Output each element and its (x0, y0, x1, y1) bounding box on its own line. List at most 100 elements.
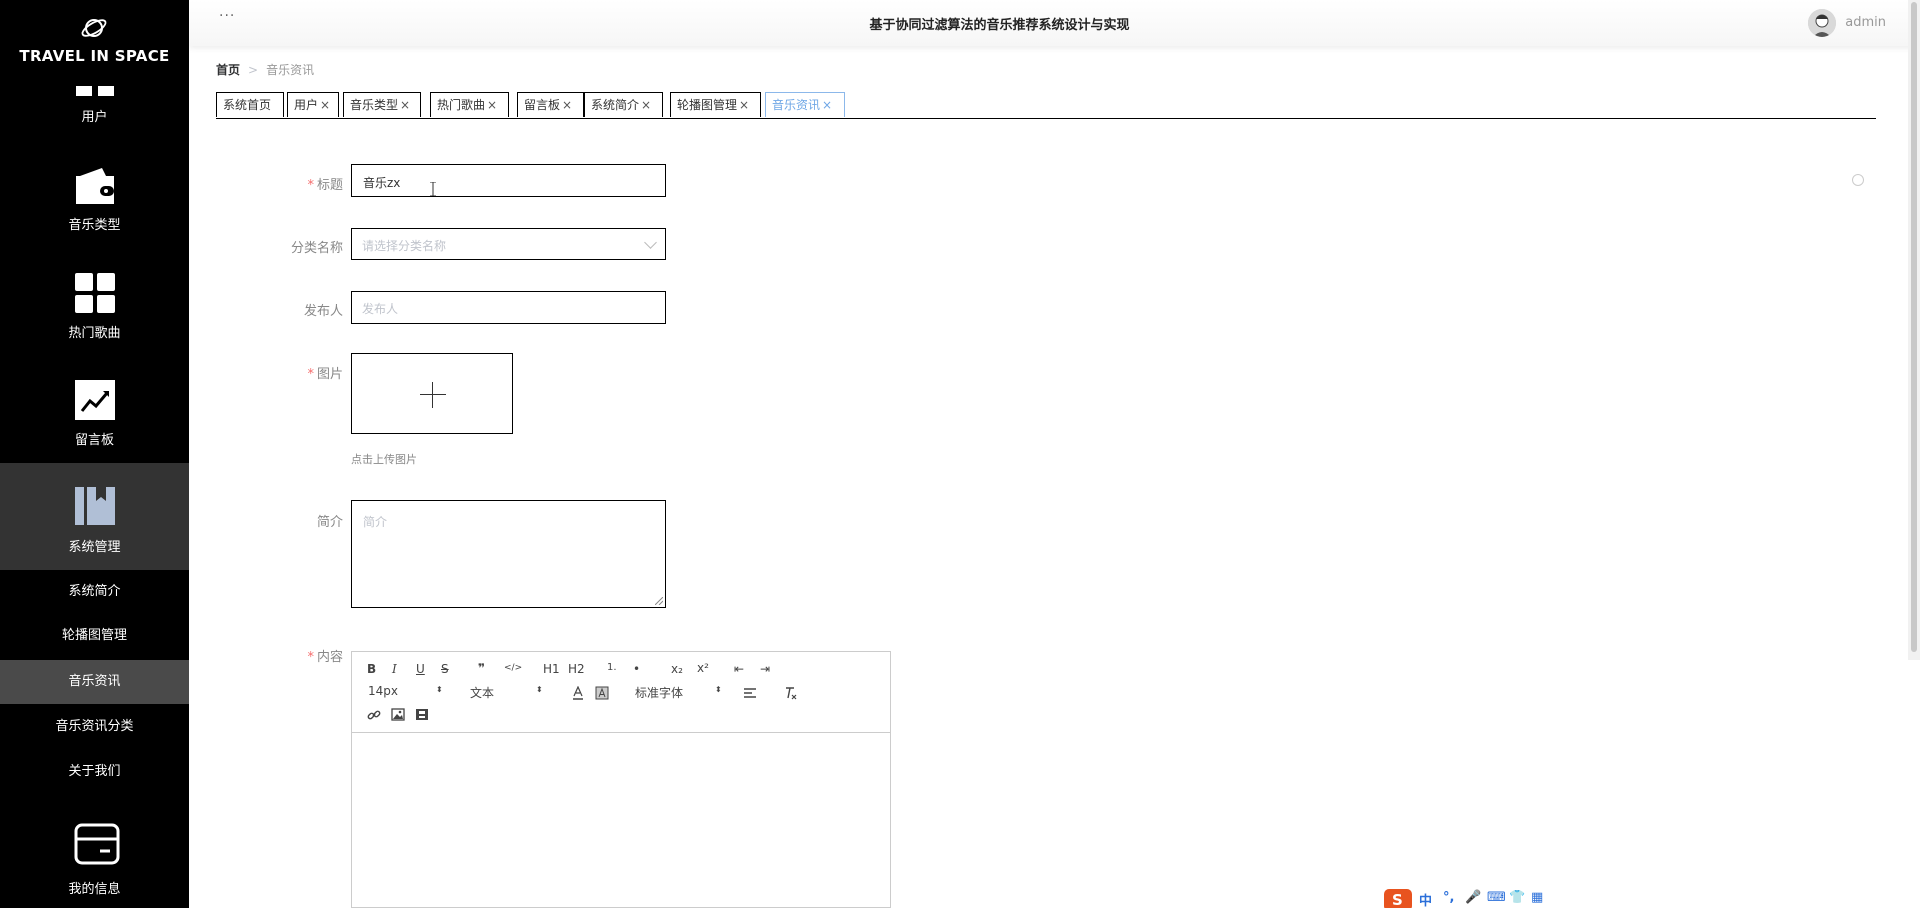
keyboard-icon[interactable]: ⌨ (1487, 890, 1506, 905)
tab-system-intro[interactable]: 系统简介 × (584, 92, 663, 117)
subscript-button[interactable]: x₂ (671, 662, 683, 676)
close-icon[interactable]: × (320, 98, 330, 112)
close-icon[interactable]: × (822, 98, 832, 112)
font-color-icon[interactable] (571, 686, 585, 700)
close-circle-icon[interactable] (1852, 174, 1864, 186)
tab-carousel-management[interactable]: 轮播图管理 × (670, 92, 761, 117)
publisher-label: 发布人 (243, 300, 343, 319)
video-icon[interactable] (415, 708, 429, 721)
sidebar-item-my-info[interactable]: 我的信息 (0, 820, 189, 900)
category-select[interactable]: 请选择分类名称 (351, 228, 666, 260)
logo: TRAVEL IN SPACE (0, 0, 189, 80)
blockquote-button[interactable]: ❞ (478, 661, 485, 675)
font-size-select[interactable]: 14px ⬍ (368, 684, 443, 700)
tab-hot-songs[interactable]: 热门歌曲 × (430, 92, 509, 117)
sidebar-item-users[interactable]: 用户 (0, 80, 189, 130)
close-icon[interactable]: × (562, 98, 572, 112)
close-icon[interactable]: × (487, 98, 497, 112)
ordered-list-button[interactable]: 1. (607, 662, 617, 673)
submenu-music-news-category[interactable]: 音乐资讯分类 (0, 705, 189, 749)
plus-icon-vertical (432, 382, 433, 408)
background-color-icon[interactable] (595, 686, 609, 700)
close-icon[interactable]: × (641, 98, 651, 112)
sidebar-item-message-board[interactable]: 留言板 (0, 375, 189, 455)
ime-toolbar: S 中 °, 🎤 ⌨ 👕 ▦ (1383, 888, 1563, 909)
sidebar-item-label: 用户 (81, 110, 108, 125)
avatar[interactable] (1808, 9, 1836, 37)
select-arrows-icon: ⬍ (715, 685, 722, 694)
skin-icon[interactable]: 👕 (1509, 890, 1525, 905)
underline-button[interactable]: U (416, 662, 425, 676)
app-title: 基于协同过滤算法的音乐推荐系统设计与实现 (869, 18, 1130, 33)
title-input-value: 音乐zx (363, 176, 401, 190)
microphone-icon[interactable]: 🎤 (1465, 890, 1481, 905)
category-label-text: 分类名称 (290, 241, 343, 256)
align-icon[interactable] (743, 687, 757, 699)
resize-handle-icon[interactable] (655, 597, 663, 605)
tab-users[interactable]: 用户 × (287, 92, 339, 117)
required-mark: * (307, 367, 314, 382)
svg-text:S: S (1392, 891, 1403, 908)
code-block-button[interactable]: </> (504, 663, 522, 673)
scrollbar-thumb[interactable] (1911, 2, 1917, 652)
rich-text-editor[interactable]: B I U S ❞ </> H1 H2 1. • x₂ x² ⇤ ⇥ 14px … (351, 651, 891, 908)
ime-chinese-icon[interactable]: 中 (1419, 890, 1432, 909)
sidebar: TRAVEL IN SPACE 用户 音乐类型 热门歌曲 留言板 系统管理 系统… (0, 0, 189, 908)
publisher-placeholder: 发布人 (362, 302, 399, 316)
upload-hint: 点击上传图片 (351, 453, 417, 466)
submenu-carousel-management[interactable]: 轮播图管理 (0, 614, 189, 658)
font-size-value: 14px (368, 684, 398, 698)
image-label: * 图片 (243, 363, 343, 382)
tab-label: 用户 (294, 98, 319, 112)
tab-bar: 系统首页 用户 × 音乐类型 × 热门歌曲 × 留言板 × 系统简介 × 轮播图管理 × 音… (216, 92, 1876, 119)
clear-format-icon[interactable] (783, 686, 797, 700)
sidebar-item-label: 我的信息 (68, 882, 121, 897)
logo-title: TRAVEL IN SPACE (19, 47, 170, 65)
block-type-value: 文本 (470, 686, 495, 700)
scrollbar[interactable] (1908, 0, 1920, 660)
trend-chart-icon (75, 380, 115, 420)
sidebar-item-label: 系统管理 (68, 540, 121, 555)
header1-button[interactable]: H1 (543, 662, 560, 676)
block-type-select[interactable]: 文本 ⬍ (470, 684, 545, 700)
image-label-text: 图片 (316, 367, 343, 382)
outdent-button[interactable]: ⇤ (734, 662, 744, 676)
italic-button[interactable]: I (392, 662, 397, 676)
bold-button[interactable]: B (367, 662, 376, 676)
tab-system-home[interactable]: 系统首页 (216, 92, 284, 117)
image-upload[interactable] (351, 353, 513, 434)
sidebar-item-system-management[interactable]: 系统管理 (0, 463, 189, 570)
sidebar-item-hot-songs[interactable]: 热门歌曲 (0, 268, 189, 348)
bullet-list-button[interactable]: • (633, 662, 640, 676)
breadcrumb-separator: > (248, 63, 259, 77)
editor-toolbar: B I U S ❞ </> H1 H2 1. • x₂ x² ⇤ ⇥ 14px … (352, 652, 890, 733)
submenu-music-news[interactable]: 音乐资讯 (0, 660, 189, 704)
indent-button[interactable]: ⇥ (760, 662, 770, 676)
summary-label-text: 简介 (316, 515, 343, 530)
apps-grid-icon[interactable]: ▦ (1531, 890, 1543, 905)
close-icon[interactable]: × (400, 98, 410, 112)
image-icon[interactable] (391, 708, 405, 721)
title-input[interactable]: 音乐zx (351, 164, 666, 197)
tab-message-board[interactable]: 留言板 × (517, 92, 584, 117)
users-grid-icon (76, 86, 114, 96)
select-arrows-icon: ⬍ (436, 685, 443, 694)
strike-button[interactable]: S (441, 662, 449, 676)
publisher-input[interactable]: 发布人 (351, 291, 666, 324)
sidebar-item-music-types[interactable]: 音乐类型 (0, 160, 189, 240)
font-family-select[interactable]: 标准字体 ⬍ (635, 684, 723, 700)
breadcrumb-home[interactable]: 首页 (216, 63, 240, 77)
header2-button[interactable]: H2 (568, 662, 585, 676)
username[interactable]: admin (1845, 15, 1886, 30)
submenu-about-us[interactable]: 关于我们 (0, 750, 189, 794)
grid-icon (75, 273, 115, 313)
category-label: 分类名称 (243, 237, 343, 256)
ime-punctuation-icon[interactable]: °, (1443, 890, 1454, 905)
summary-textarea[interactable]: 简介 (351, 500, 666, 608)
link-icon[interactable] (367, 708, 381, 722)
tab-music-types[interactable]: 音乐类型 × (343, 92, 421, 117)
superscript-button[interactable]: x² (697, 661, 709, 675)
close-icon[interactable]: × (739, 98, 749, 112)
submenu-system-intro[interactable]: 系统简介 (0, 570, 189, 614)
tab-music-news[interactable]: 音乐资讯 × (765, 92, 845, 117)
